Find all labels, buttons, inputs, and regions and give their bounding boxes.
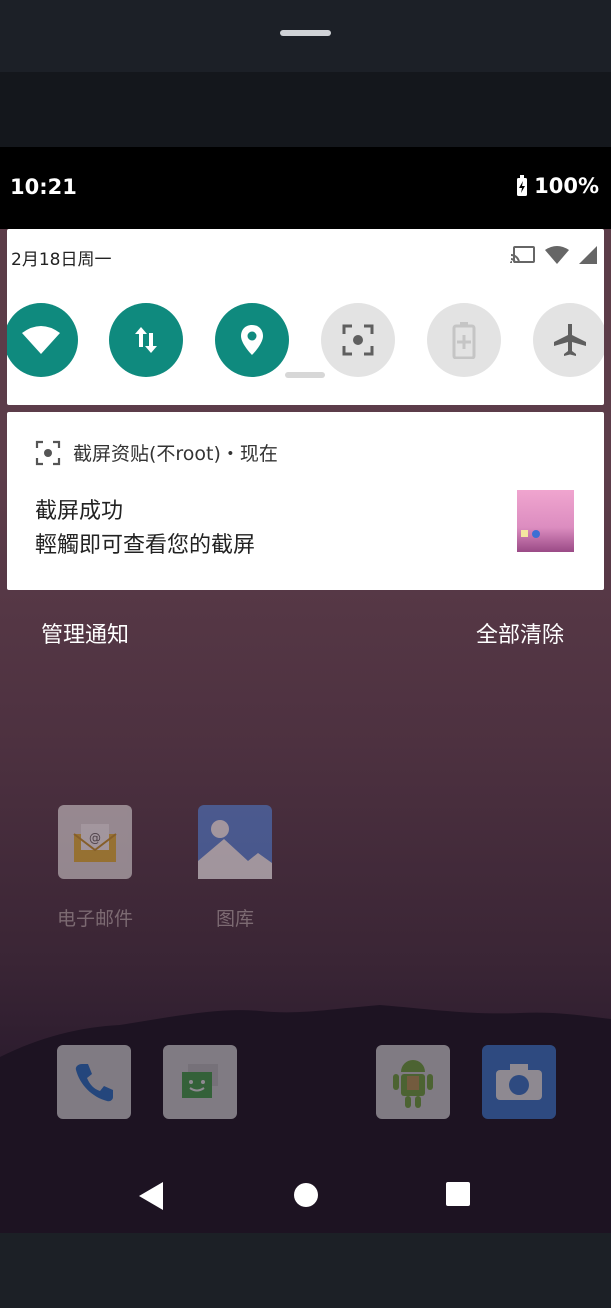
screenshot-notification[interactable]: 截屏资贴(不root)・现在 截屏成功 輕觸即可查看您的截屏: [7, 412, 604, 590]
device-screen: 10:21 100% 2月18日周一 截屏资贴(不root)・现在 截屏成功 輕…: [0, 147, 611, 1233]
battery-percent: 100%: [534, 174, 599, 198]
camera-icon: [496, 1064, 542, 1100]
tile-screenshot[interactable]: [321, 303, 395, 377]
screenshot-icon: [342, 324, 374, 356]
messaging-icon: [182, 1064, 218, 1098]
wifi-icon: [22, 326, 60, 354]
clear-all-button[interactable]: 全部清除: [476, 617, 564, 649]
notification-text: 輕觸即可查看您的截屏: [35, 533, 256, 558]
notification-title: 截屏成功: [35, 499, 124, 524]
location-pin-icon: [241, 325, 263, 355]
airplane-icon: [554, 324, 586, 356]
status-time: 10:21: [10, 175, 77, 199]
tile-wifi[interactable]: [7, 303, 78, 377]
battery-saver-icon: [452, 322, 476, 359]
home-app-gallery[interactable]: [198, 805, 272, 879]
back-icon[interactable]: [137, 1180, 165, 1212]
android-app-icon: [393, 1060, 433, 1108]
phone-icon: [75, 1064, 113, 1102]
top-frame-strip: [0, 72, 611, 147]
home-app-email[interactable]: @: [58, 805, 132, 879]
qs-date: 2月18日周一: [11, 250, 112, 270]
email-icon: @: [73, 824, 117, 862]
home-app-gallery-label: 图库: [215, 908, 254, 930]
data-arrows-icon: [135, 327, 157, 353]
qs-status-icons: [510, 245, 598, 265]
thumbnail-preview-icons: [521, 530, 540, 538]
navigation-bar: [0, 1152, 611, 1233]
dock-phone[interactable]: [57, 1045, 131, 1119]
notification-app-name: 截屏资贴(不root)・现在: [73, 443, 278, 465]
svg-text:@: @: [89, 831, 101, 845]
battery-charging-icon: [517, 175, 528, 196]
quick-settings-panel: 2月18日周一: [7, 229, 604, 405]
cast-icon: [510, 246, 535, 264]
battery-status: 100%: [516, 174, 599, 198]
drag-handle[interactable]: [280, 30, 331, 36]
bottom-frame: [0, 1233, 611, 1308]
screenshot-thumbnail[interactable]: [517, 490, 574, 552]
tile-location[interactable]: [215, 303, 289, 377]
dock-messaging[interactable]: [163, 1045, 237, 1119]
qs-expand-handle[interactable]: [285, 372, 325, 378]
dock-android-app[interactable]: [376, 1045, 450, 1119]
top-frame: [0, 0, 611, 72]
wifi-status-icon: [545, 246, 569, 264]
gallery-icon: [198, 820, 272, 879]
notification-header: 截屏资贴(不root)・现在: [35, 439, 278, 466]
dock-camera[interactable]: [482, 1045, 556, 1119]
tile-battery-saver[interactable]: [427, 303, 501, 377]
signal-status-icon: [579, 246, 597, 264]
tile-mobile-data[interactable]: [109, 303, 183, 377]
home-app-email-label: 电子邮件: [56, 908, 133, 930]
screenshot-app-icon: [35, 440, 61, 465]
home-icon[interactable]: [293, 1182, 319, 1208]
manage-notifications-button[interactable]: 管理通知: [41, 617, 129, 649]
recents-icon[interactable]: [445, 1181, 471, 1207]
tile-airplane[interactable]: [533, 303, 604, 377]
status-bar: 10:21 100%: [0, 147, 611, 229]
